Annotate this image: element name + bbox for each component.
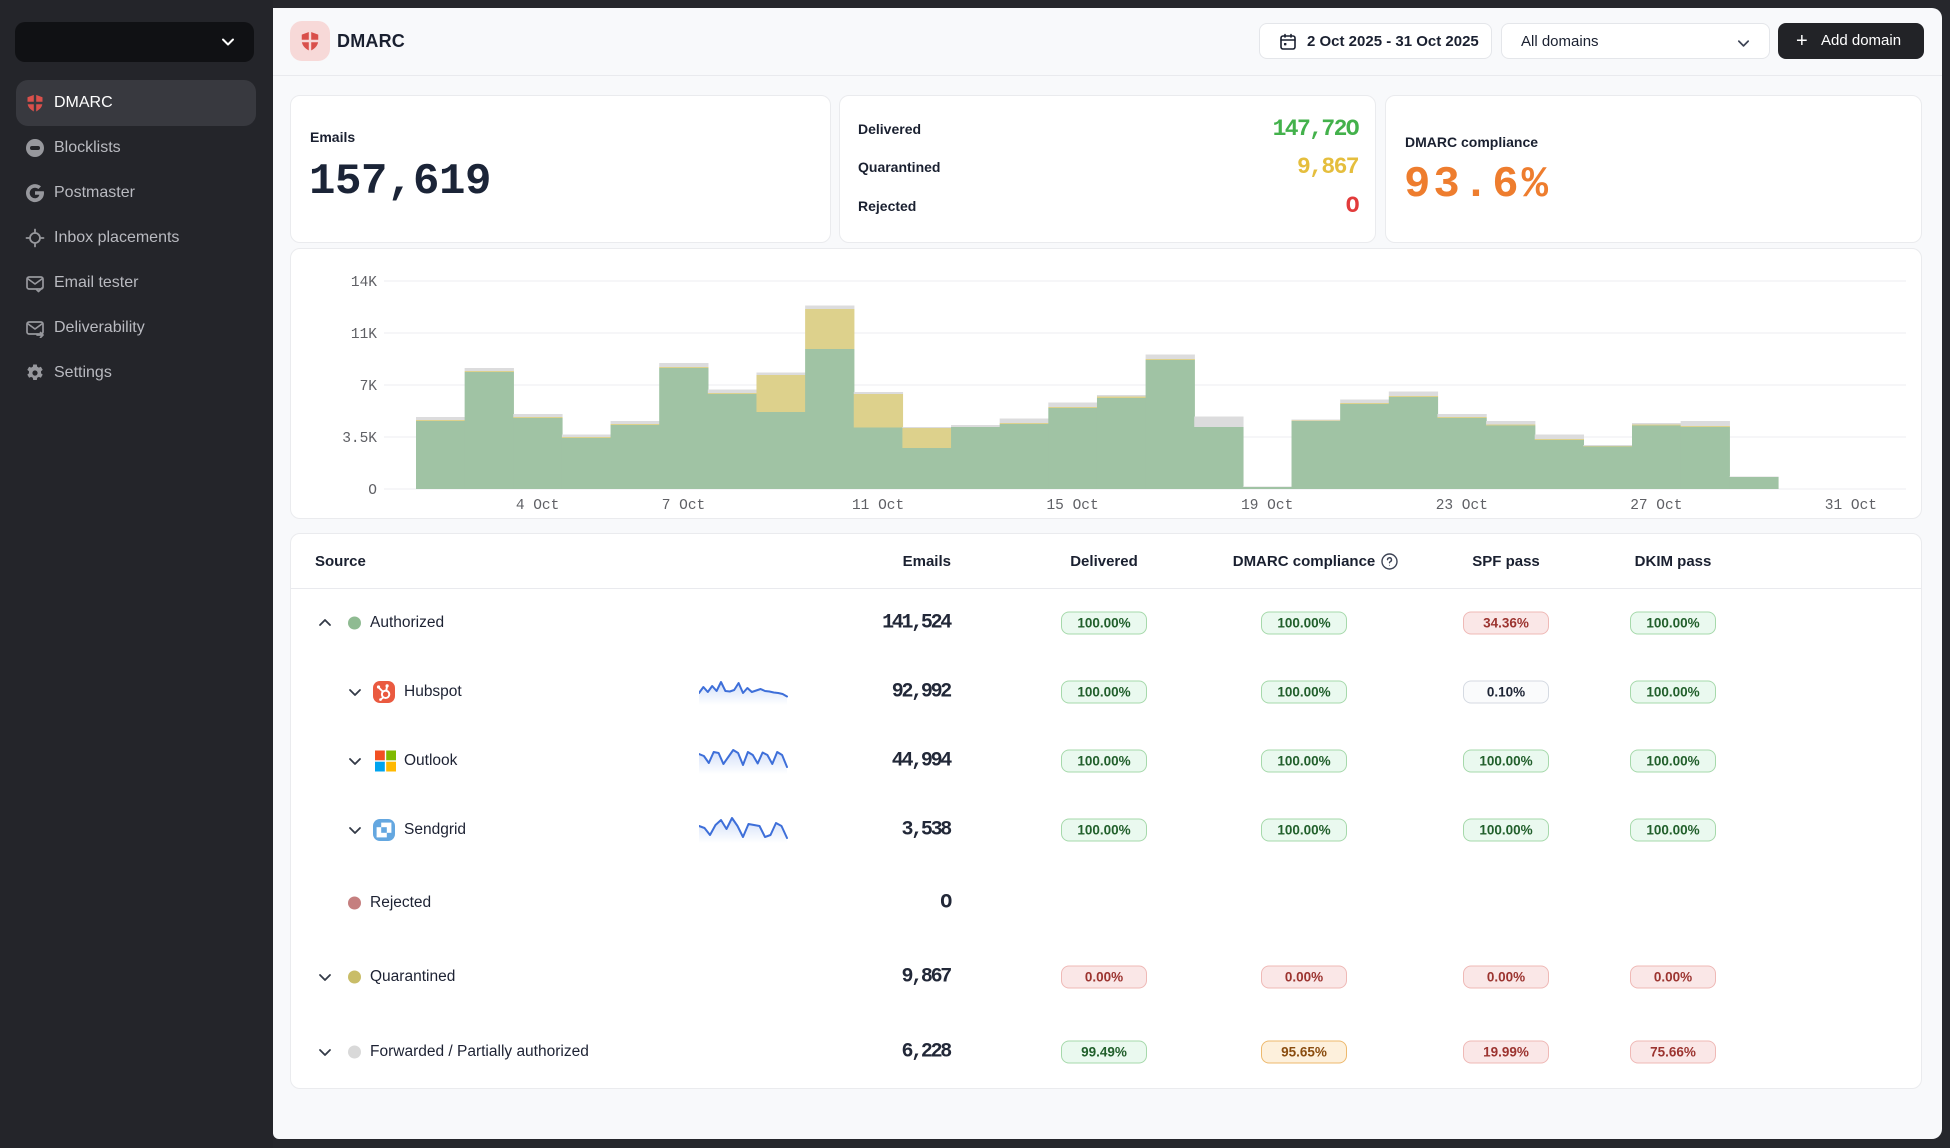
svg-text:O: O <box>368 483 377 499</box>
svg-text:14K: 14K <box>351 275 377 291</box>
svg-text:7K: 7K <box>360 379 378 395</box>
svg-text:11 Oct: 11 Oct <box>852 498 904 514</box>
svg-text:23 Oct: 23 Oct <box>1436 498 1488 514</box>
svg-text:15 Oct: 15 Oct <box>1046 498 1098 514</box>
svg-text:19 Oct: 19 Oct <box>1241 498 1293 514</box>
svg-text:7 Oct: 7 Oct <box>662 498 706 514</box>
svg-text:4 Oct: 4 Oct <box>516 498 560 514</box>
svg-text:31 Oct: 31 Oct <box>1825 498 1877 514</box>
svg-text:3.5K: 3.5K <box>342 431 377 447</box>
svg-text:11K: 11K <box>351 327 377 343</box>
svg-text:27 Oct: 27 Oct <box>1630 498 1682 514</box>
